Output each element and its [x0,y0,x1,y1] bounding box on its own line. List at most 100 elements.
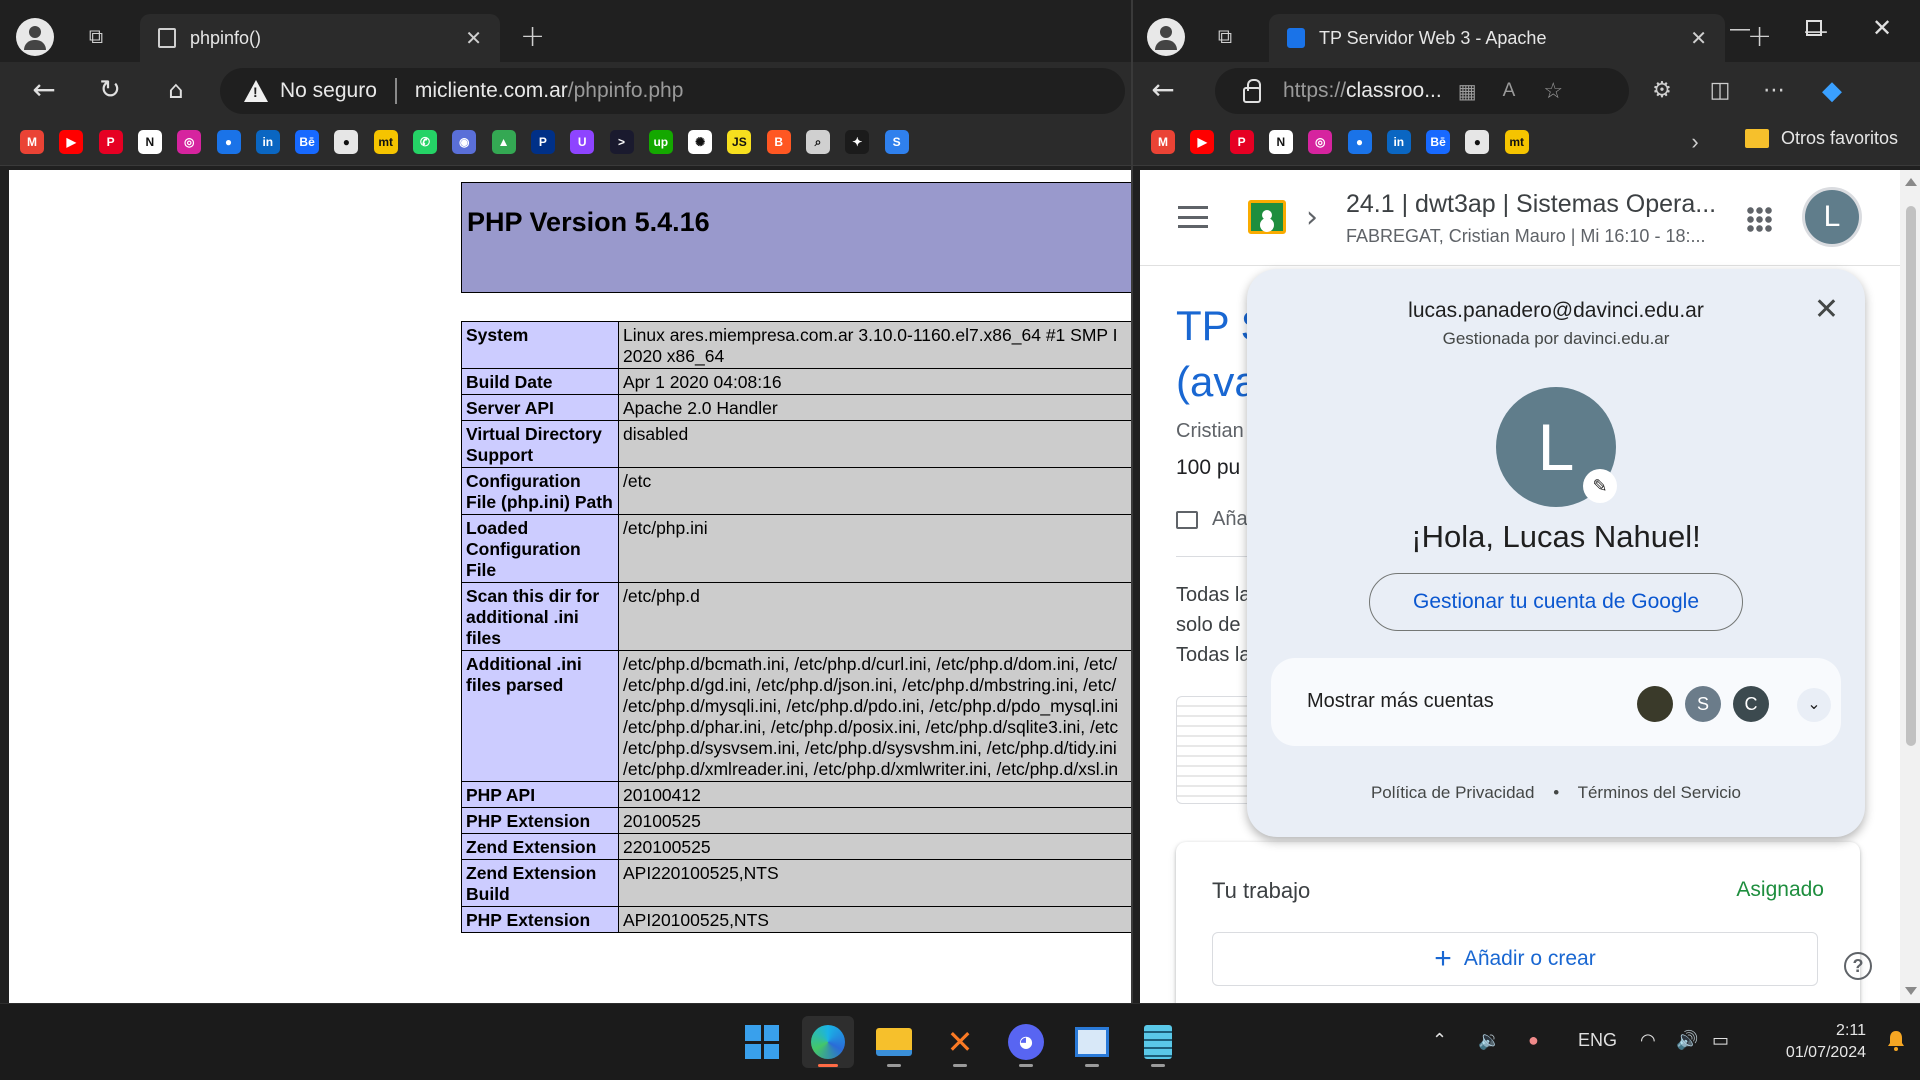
openai-bookmark-icon[interactable]: ✺ [688,130,713,154]
youtube-bookmark-icon[interactable]: ▶ [59,130,84,154]
prompt-bookmark-icon[interactable]: > [609,130,634,154]
favorite-star-icon[interactable]: ☆ [1543,78,1563,104]
new-tab-button[interactable]: + [520,20,545,54]
whatsapp-bookmark-icon[interactable]: ✆ [413,130,437,154]
notion-bookmark-icon[interactable]: N [1268,130,1293,154]
pinterest-bookmark-icon[interactable]: P [98,130,123,154]
edit-pencil-icon[interactable]: ✎ [1583,469,1617,503]
behance-bookmark-icon[interactable]: Bē [295,130,320,154]
chevron-down-icon[interactable]: ⌄ [1797,688,1831,722]
star-bookmark-icon[interactable]: ✦ [845,130,870,154]
mt-bookmark-icon[interactable]: mt [1504,130,1529,154]
instagram-bookmark-icon[interactable]: ◎ [177,130,202,154]
extensions-icon[interactable]: ⚙ [1647,76,1677,106]
warning-icon[interactable] [244,80,268,102]
address-bar[interactable]: No seguro micliente.com.ar/phpinfo.php [220,68,1125,114]
microphone-icon[interactable]: ● [1528,1030,1539,1051]
paypal-bookmark-icon[interactable]: P [530,130,555,154]
other-favorites-folder[interactable]: Otros favoritos [1745,128,1898,149]
volume-icon[interactable]: 🔊 [1676,1030,1698,1051]
address-scheme[interactable]: https:// [1283,79,1346,103]
search-bookmark-icon[interactable]: ⌕ [806,130,830,154]
reload-button[interactable]: ↻ [92,72,128,108]
pinterest-bookmark-icon[interactable]: P [1229,130,1254,154]
drive-bookmark-icon[interactable]: ▲ [491,130,516,154]
show-hidden-icons-icon[interactable]: ⌃ [1432,1030,1447,1051]
taskbar-edge[interactable] [802,1016,854,1068]
notification-bell-icon[interactable] [1886,1030,1906,1052]
start-button[interactable] [736,1016,788,1068]
notion-bookmark-icon[interactable]: N [137,130,162,154]
system-clock[interactable]: 2:11 01/07/2024 [1786,1020,1866,1064]
linkedin-bookmark-icon[interactable]: in [255,130,280,154]
security-label[interactable]: No seguro [280,79,377,103]
language-indicator[interactable]: ENG [1578,1030,1617,1051]
address-bar[interactable]: https://classroo... ▦ A ☆ [1215,68,1629,114]
taskbar-file-explorer[interactable] [868,1016,920,1068]
profile-icon[interactable] [1147,18,1185,56]
address-path[interactable]: /phpinfo.php [568,79,684,103]
classroom-logo-icon[interactable] [1248,200,1286,234]
address-domain[interactable]: micliente.com.ar [415,79,568,103]
instagram-bookmark-icon[interactable]: ◎ [1308,130,1333,154]
scroll-up-icon[interactable] [1905,178,1917,186]
account-avatar[interactable]: L [1805,190,1859,244]
manage-account-button[interactable]: Gestionar tu cuenta de Google [1369,573,1743,631]
linkedin-bookmark-icon[interactable]: in [1386,130,1411,154]
read-aloud-icon[interactable]: A [1503,80,1516,102]
github-bookmark-icon[interactable]: ● [1465,130,1490,154]
more-menu-icon[interactable]: ⋯ [1759,76,1789,106]
google-apps-icon[interactable] [1746,206,1772,232]
taskbar-notepad[interactable] [1132,1016,1184,1068]
scroll-thumb[interactable] [1906,206,1916,746]
maximize-window-icon[interactable] [1806,20,1822,36]
terms-of-service-link[interactable]: Términos del Servicio [1578,783,1741,802]
minimize-window-icon[interactable]: — [1730,18,1750,41]
mt-bookmark-icon[interactable]: mt [373,130,398,154]
copilot-icon[interactable]: ◆ [1817,76,1847,106]
split-screen-icon[interactable]: ◫ [1705,76,1735,106]
back-button[interactable]: ← [26,72,62,108]
close-window-icon[interactable]: ✕ [1872,14,1892,42]
u-bookmark-icon[interactable]: U [570,130,595,154]
close-popup-icon[interactable]: ✕ [1814,295,1839,325]
main-menu-icon[interactable] [1178,206,1208,228]
taskbar-network-app[interactable] [1066,1016,1118,1068]
privacy-policy-link[interactable]: Política de Privacidad [1371,783,1534,802]
close-tab-icon[interactable]: ✕ [1690,26,1707,51]
classroom-bookmark-icon[interactable]: ● [216,130,241,154]
workspaces-icon[interactable]: ⧉ [1213,24,1237,48]
gmail-bookmark-icon[interactable]: M [20,130,44,154]
add-or-create-button[interactable]: + Añadir o crear [1212,932,1818,986]
close-tab-icon[interactable]: ✕ [465,26,482,51]
classroom-bookmark-icon[interactable]: ● [1347,130,1372,154]
js-bookmark-icon[interactable]: JS [727,130,752,154]
tab-phpinfo[interactable]: phpinfo() ✕ [140,14,500,62]
workspaces-icon[interactable]: ⧉ [84,24,108,48]
wifi-icon[interactable]: ◠ [1640,1030,1656,1051]
apps-install-icon[interactable]: ▦ [1458,79,1477,104]
behance-bookmark-icon[interactable]: Bē [1426,130,1451,154]
home-button[interactable]: ⌂ [158,72,194,108]
back-button[interactable]: ← [1145,72,1181,108]
profile-icon[interactable] [16,18,54,56]
gmail-bookmark-icon[interactable]: M [1151,130,1175,154]
lock-icon[interactable] [1243,79,1261,103]
github-bookmark-icon[interactable]: ● [334,130,359,154]
address-host[interactable]: classroo... [1346,79,1442,103]
taskbar-xampp[interactable]: ✕ [934,1016,986,1068]
speaker-icon[interactable]: 🔉 [1478,1030,1500,1051]
add-comment-link[interactable]: Aña [1176,508,1248,531]
scroll-down-icon[interactable] [1905,987,1917,995]
s-bookmark-icon[interactable]: S [884,130,909,154]
battery-icon[interactable]: ▭ [1712,1030,1729,1051]
new-tab-button[interactable]: + [1747,20,1772,54]
more-accounts-row[interactable]: Mostrar más cuentas S C ⌄ [1271,658,1841,746]
youtube-bookmark-icon[interactable]: ▶ [1190,130,1215,154]
chevron-right-icon[interactable]: › [1683,130,1707,154]
page-scrollbar[interactable] [1900,170,1920,1003]
tab-classroom[interactable]: TP Servidor Web 3 - Apache ✕ [1269,14,1725,62]
blogger-bookmark-icon[interactable]: B [766,130,791,154]
taskbar-discord[interactable]: ◕ [1000,1016,1052,1068]
help-icon[interactable]: ? [1844,952,1872,980]
